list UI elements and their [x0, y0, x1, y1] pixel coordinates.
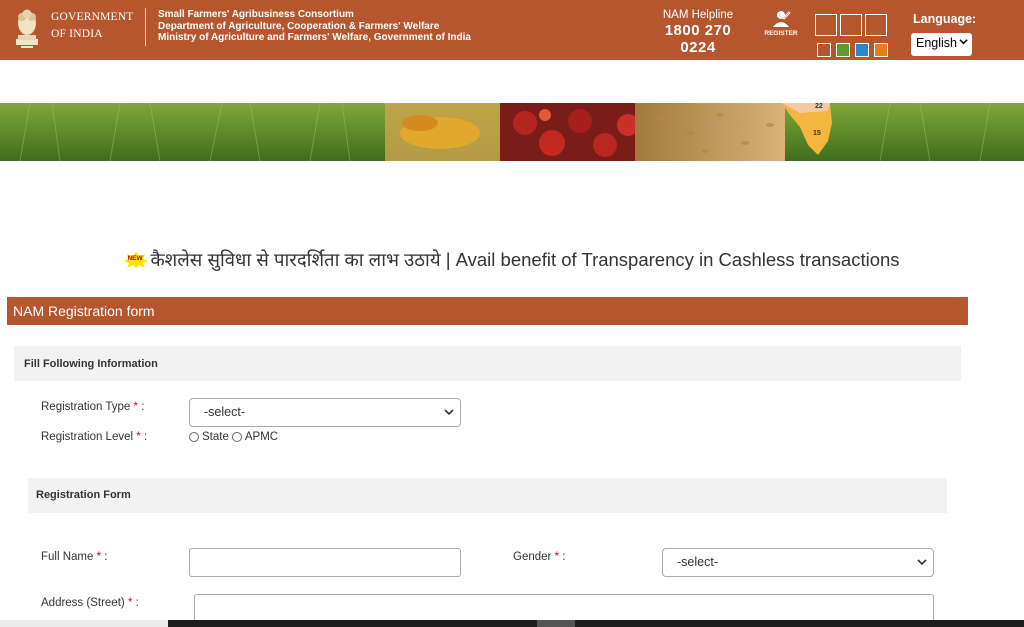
full-name-input[interactable]	[189, 548, 461, 577]
tagline: NEW कैशलेस सुविधा से पारदर्शिता का लाभ उ…	[0, 247, 1024, 272]
register-button[interactable]: REGISTER	[762, 10, 800, 37]
registration-type-value: -select-	[204, 405, 245, 419]
registration-level-radio-group: State APMC	[189, 431, 281, 443]
required-mark: *	[96, 551, 102, 563]
gender-label-text: Gender	[513, 551, 552, 563]
chevron-down-icon	[959, 39, 968, 45]
tagline-text: कैशलेस सुविधा से पारदर्शिता का लाभ उठाये…	[150, 249, 900, 270]
font-size-increase-button[interactable]	[865, 14, 887, 36]
map-label-1: 22	[815, 103, 823, 110]
scrollbar-thumb[interactable]	[537, 620, 575, 627]
section-registration-form: Registration Form	[28, 478, 947, 513]
label-colon: :	[141, 401, 145, 413]
radio-apmc[interactable]	[231, 432, 242, 442]
map-label-2: 15	[813, 130, 821, 137]
required-mark: *	[133, 401, 138, 413]
ministry-line-3: Ministry of Agriculture and Farmers' Wel…	[158, 32, 471, 43]
bottom-strip-light	[0, 620, 168, 627]
ministry-line-2: Department of Agriculture, Cooperation &…	[158, 20, 440, 32]
produce-banner: 22 15	[0, 103, 1024, 161]
gov-line-1: GOVERNMENT	[51, 11, 134, 23]
full-name-label-text: Full Name	[41, 551, 94, 563]
nam-helpline: NAM Helpline 1800 270 0224	[648, 9, 748, 56]
required-mark: *	[127, 597, 133, 609]
registration-type-label-text: Registration Type	[41, 401, 131, 413]
font-size-normal-button[interactable]	[840, 14, 862, 36]
register-label: REGISTER	[764, 30, 798, 37]
chevron-down-icon	[444, 409, 454, 416]
language-label: Language:	[913, 12, 977, 26]
gender-label: Gender * :	[513, 551, 565, 563]
new-badge: NEW	[124, 251, 149, 269]
registration-type-select[interactable]: -select-	[189, 398, 461, 427]
language-selected-value: English	[916, 36, 957, 50]
label-colon: :	[104, 551, 108, 563]
register-user-icon	[773, 11, 791, 27]
site-header: GOVERNMENT OF INDIA Small Farmers' Agrib…	[0, 0, 1024, 60]
theme-swatch-orange[interactable]	[874, 43, 888, 57]
helpline-number: 1800 270 0224	[664, 22, 732, 56]
form-title: NAM Registration form	[7, 297, 968, 325]
ministry-text: Small Farmers' Agribusiness Consortium D…	[158, 9, 471, 44]
ministry-line-1: Small Farmers' Agribusiness Consortium	[158, 9, 354, 20]
radio-state-label: State	[202, 431, 229, 443]
section-fill-information: Fill Following Information	[14, 346, 961, 381]
new-badge-text: NEW	[127, 255, 143, 263]
radio-apmc-label: APMC	[244, 431, 279, 443]
required-mark: *	[136, 431, 141, 443]
banner-image	[0, 103, 1024, 161]
radio-state[interactable]	[189, 432, 199, 442]
font-size-decrease-button[interactable]	[815, 14, 837, 36]
government-of-india-text: GOVERNMENT OF INDIA	[51, 9, 134, 43]
registration-level-label: Registration Level * :	[41, 431, 147, 443]
address-label-text: Address (Street)	[41, 597, 125, 609]
gender-value: -select-	[677, 555, 718, 569]
label-colon: :	[562, 551, 566, 563]
helpline-label: NAM Helpline	[662, 9, 734, 21]
national-emblem-icon	[16, 9, 38, 48]
label-colon: :	[143, 431, 148, 443]
gender-select[interactable]: -select-	[662, 548, 934, 577]
label-colon: :	[135, 597, 139, 609]
full-name-label: Full Name * :	[41, 551, 108, 563]
chevron-down-icon	[917, 559, 927, 566]
theme-swatch-default[interactable]	[817, 43, 831, 57]
bottom-scrollbar[interactable]	[0, 620, 1024, 627]
language-select[interactable]: English	[911, 33, 972, 56]
theme-swatch-blue[interactable]	[855, 43, 869, 57]
registration-level-label-text: Registration Level	[41, 431, 134, 443]
header-divider	[145, 8, 146, 46]
theme-swatch-green[interactable]	[836, 43, 850, 57]
required-mark: *	[554, 551, 560, 563]
registration-type-label: Registration Type * :	[41, 401, 144, 413]
gov-line-2: OF INDIA	[51, 28, 103, 40]
address-street-label: Address (Street) * :	[41, 597, 139, 609]
